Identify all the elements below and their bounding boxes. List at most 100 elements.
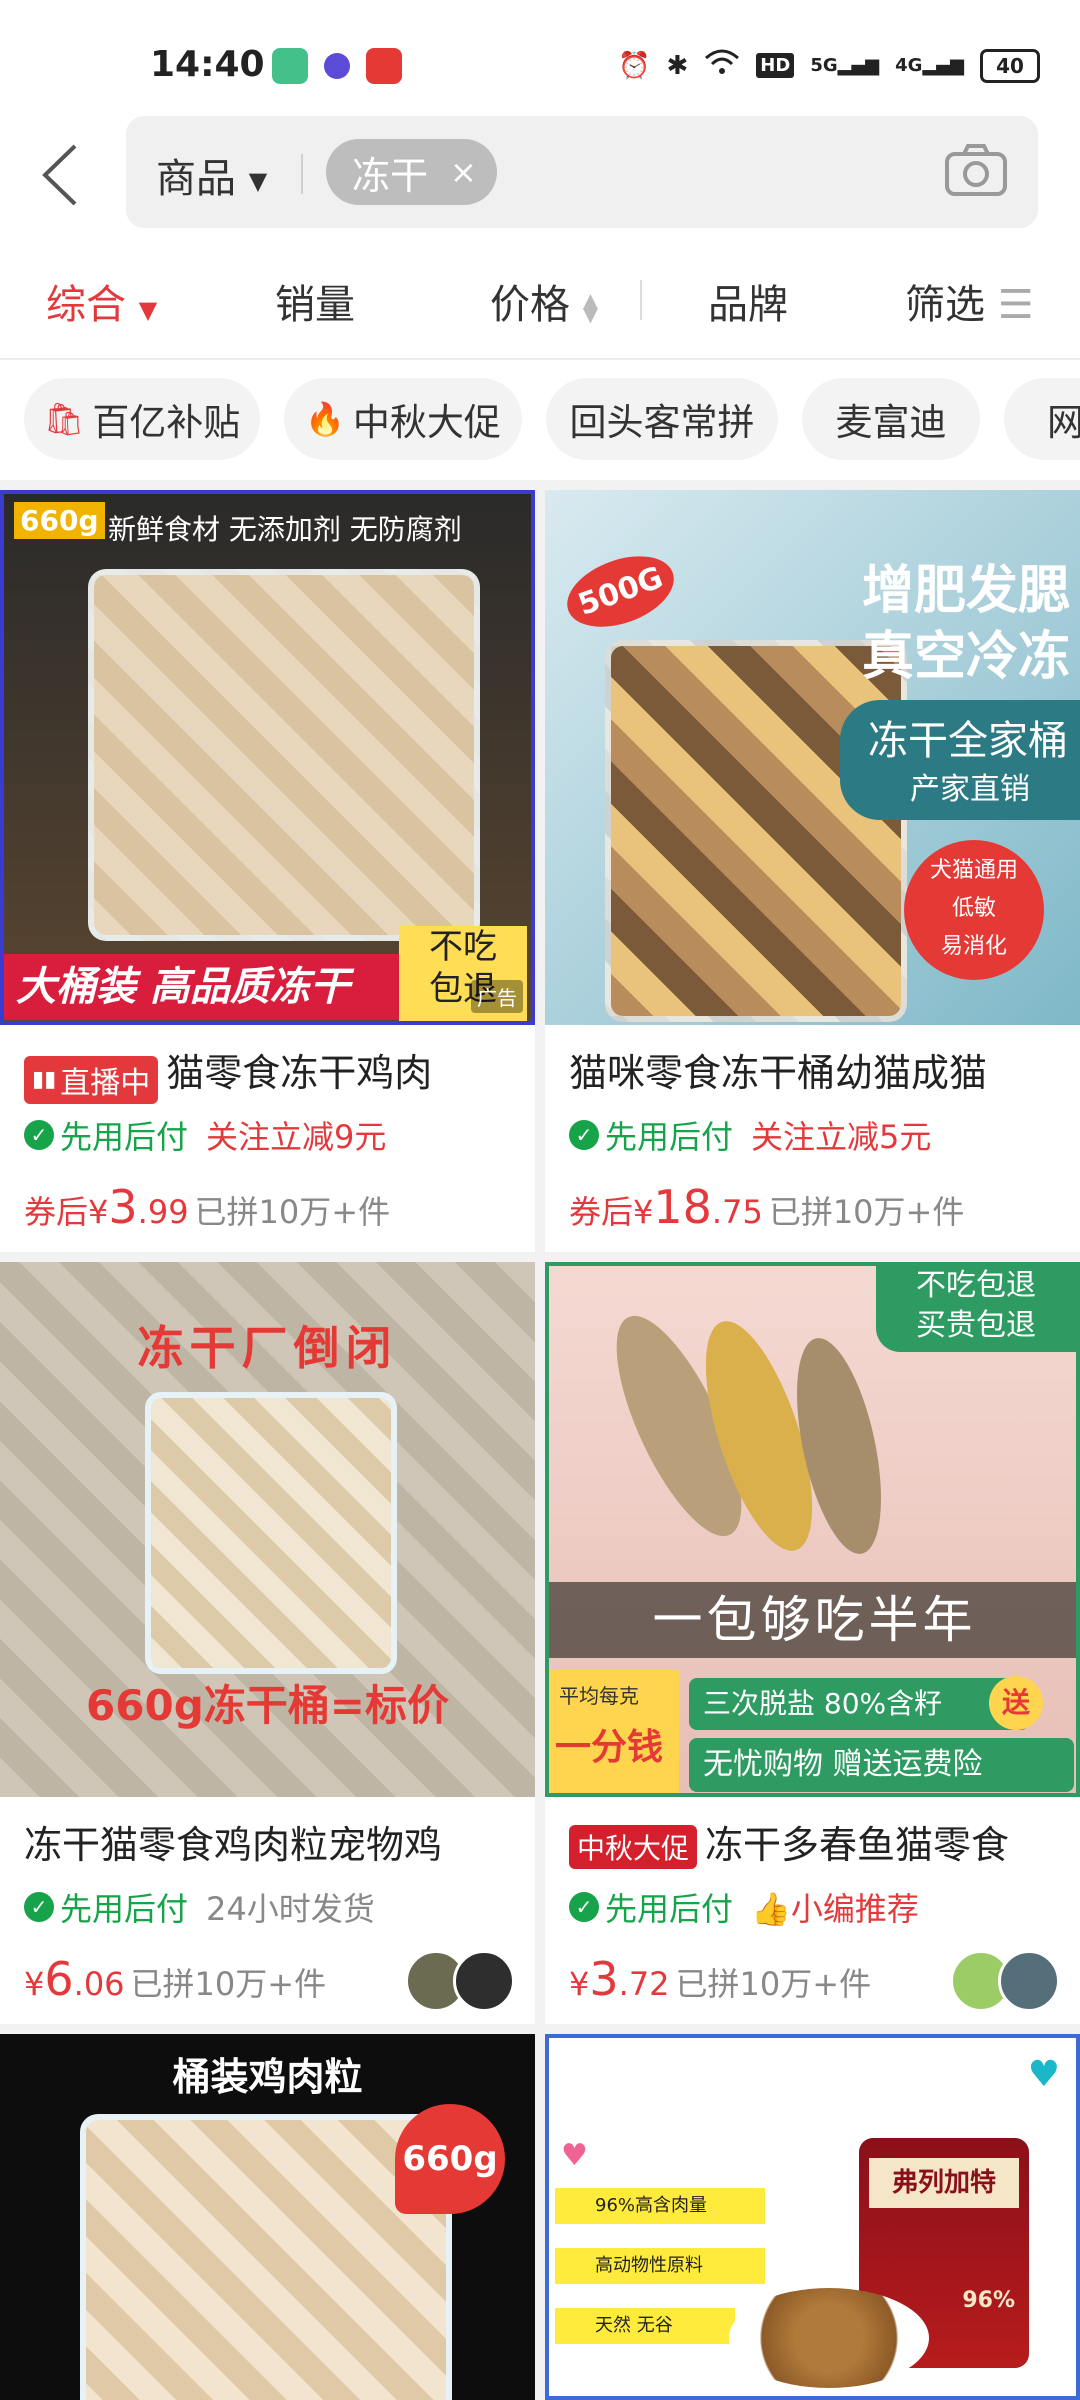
image-bottom-text: 大桶装 高品质冻干 bbox=[4, 954, 404, 1020]
search-query-chip[interactable]: 冻干 × bbox=[326, 139, 497, 205]
search-scope-dropdown[interactable]: 商品 ▼ bbox=[156, 146, 267, 204]
pay-later-tag: ✓ 先用后付 bbox=[24, 1884, 188, 1930]
product-tags: ✓ 先用后付 24小时发货 bbox=[24, 1884, 375, 1930]
price-decimal: .75 bbox=[711, 1193, 763, 1231]
image-banner-text: 新鲜食材 无添加剂 无防腐剂 bbox=[108, 513, 462, 546]
image-circle-text: 犬猫通用 低敏 易消化 bbox=[904, 840, 1044, 980]
price-line: ¥6.06 已拼10万+件 bbox=[24, 1952, 326, 2006]
signal-5g-icon: 5G▂▄▆ bbox=[810, 55, 880, 76]
image-bullet-2: 无忧购物 赠送运费险 bbox=[689, 1738, 1074, 1792]
product-card[interactable]: 不吃包退 买贵包退 一包够吃半年 平均每克 一分钱 三次脱盐 80%含籽 送 无… bbox=[545, 1262, 1080, 2024]
back-button[interactable] bbox=[35, 140, 95, 210]
quick-filter-row: 🛍 百亿补贴 🔥 中秋大促 回头客常拼 麦富迪 网易 bbox=[0, 360, 1080, 480]
product-image[interactable]: ♥ ♥ 96%高含肉量 高动物性原料 天然 无谷 弗列加特 96% bbox=[545, 2034, 1080, 2400]
chip-netease[interactable]: 网易 bbox=[1004, 378, 1080, 460]
product-image[interactable]: 500G 增肥发腮 真空冷冻 冻干全家桶 产家直销 犬猫通用 低敏 易消化 bbox=[545, 490, 1080, 1025]
camera-icon bbox=[945, 144, 1007, 196]
product-card[interactable]: 桶装鸡肉粒 660g bbox=[0, 2034, 535, 2400]
heart-icon: ♥ bbox=[1027, 2054, 1060, 2095]
avatar bbox=[453, 1950, 515, 2012]
chip-subsidy[interactable]: 🛍 百亿补贴 bbox=[24, 378, 260, 460]
product-tags: ✓ 先用后付 👍小编推荐 bbox=[569, 1884, 919, 1930]
sort-bar: 综合 ▼ 销量 价格 ▲ ▼ 品牌 筛选 ☰ bbox=[0, 240, 1080, 360]
avatar bbox=[998, 1950, 1060, 2012]
search-scope-label: 商品 bbox=[156, 156, 236, 202]
image-left-big: 一分钱 bbox=[555, 1727, 664, 1768]
product-card[interactable]: 冻干厂倒闭 660g冻干桶=标价 冻干猫零食鸡肉粒宠物鸡 ✓ 先用后付 24小时发… bbox=[0, 1262, 535, 2024]
thumbs-up-icon: 👍 bbox=[751, 1890, 791, 1928]
signal-4g-icon: 4G▂▄▆ bbox=[895, 55, 964, 76]
price-decimal: .06 bbox=[73, 1965, 125, 2003]
price: 券后¥18.75 bbox=[569, 1180, 763, 1234]
chip-brand-mcfudi[interactable]: 麦富迪 bbox=[802, 378, 980, 460]
image-highlight-1: 冻干全家桶 bbox=[868, 718, 1068, 764]
search-box[interactable]: 商品 ▼ 冻干 × bbox=[126, 116, 1038, 228]
product-title: ▮▮ 直播中 猫零食冻干鸡肉 bbox=[24, 1042, 432, 1104]
sort-price[interactable]: 价格 ▲ ▼ bbox=[490, 272, 598, 330]
pay-later-label: 先用后付 bbox=[60, 1118, 189, 1156]
image-headline-1: 增肥发腮 bbox=[861, 561, 1070, 621]
product-image[interactable]: 660g 新鲜食材 无添加剂 无防腐剂 大桶装 高品质冻干 不吃 包退 广告 bbox=[0, 490, 535, 1025]
promo-text: 关注立减9元 bbox=[206, 1118, 387, 1156]
image-left-top: 平均每克 bbox=[559, 1684, 639, 1708]
image-bullet-1: 三次脱盐 80%含籽 bbox=[689, 1678, 1029, 1730]
clear-query-icon[interactable]: × bbox=[450, 153, 477, 191]
image-weight-label: 500G bbox=[557, 542, 684, 641]
price-integer: 18 bbox=[653, 1180, 712, 1234]
alarm-icon: ⏰ bbox=[618, 50, 651, 81]
price-line: ¥3.72 已拼10万+件 bbox=[569, 1952, 871, 2006]
flame-icon: 🔥 bbox=[305, 400, 345, 438]
pay-later-label: 先用后付 bbox=[60, 1890, 189, 1928]
image-highlight-2: 产家直销 bbox=[910, 772, 1030, 807]
product-card[interactable]: ♥ ♥ 96%高含肉量 高动物性原料 天然 无谷 弗列加特 96% bbox=[545, 2034, 1080, 2400]
product-title: 中秋大促 冻干多春鱼猫零食 bbox=[569, 1814, 1009, 1869]
sort-comprehensive[interactable]: 综合 ▼ bbox=[46, 272, 157, 330]
bag-icon: 🛍 bbox=[43, 400, 85, 438]
sort-sales[interactable]: 销量 bbox=[275, 272, 355, 330]
price: ¥3.72 bbox=[569, 1952, 670, 2006]
filter-button[interactable]: 筛选 ☰ bbox=[905, 272, 1034, 330]
chip-midautumn[interactable]: 🔥 中秋大促 bbox=[284, 378, 522, 460]
price-integer: 3 bbox=[589, 1952, 619, 2006]
caret-down-icon: ▼ bbox=[138, 296, 158, 324]
product-card[interactable]: 500G 增肥发腮 真空冷冻 冻干全家桶 产家直销 犬猫通用 低敏 易消化 猫咪… bbox=[545, 490, 1080, 1252]
chip-repeat-buyers[interactable]: 回头客常拼 bbox=[546, 378, 778, 460]
product-title-text: 猫零食冻干鸡肉 bbox=[166, 1051, 433, 1095]
live-bars-icon: ▮▮ bbox=[32, 1067, 57, 1092]
product-image[interactable]: 冻干厂倒闭 660g冻干桶=标价 bbox=[0, 1262, 535, 1797]
product-card[interactable]: 660g 新鲜食材 无添加剂 无防腐剂 大桶装 高品质冻干 不吃 包退 广告 ▮… bbox=[0, 490, 535, 1252]
live-badge-label: 直播中 bbox=[60, 1065, 151, 1101]
pay-later-label: 先用后付 bbox=[605, 1118, 734, 1156]
sold-count: 已拼10万+件 bbox=[675, 1965, 872, 2003]
sort-brand[interactable]: 品牌 bbox=[708, 272, 788, 330]
buyer-avatars bbox=[405, 1950, 515, 2012]
can-sub-label: 96% bbox=[962, 2288, 1015, 2313]
price: ¥6.06 bbox=[24, 1952, 125, 2006]
price: 券后¥3.99 bbox=[24, 1180, 189, 1234]
price-prefix: 券后¥ bbox=[24, 1193, 109, 1231]
image-headline-2: 真空冷冻 bbox=[861, 627, 1070, 687]
camera-search-button[interactable] bbox=[944, 142, 1008, 198]
status-bar: 14:40 ⏰ ✱ HD 5G▂▄▆ 4G▂▄▆ 40 bbox=[0, 0, 1080, 110]
price-integer: 3 bbox=[108, 1180, 138, 1234]
battery-icon: 40 bbox=[980, 48, 1040, 83]
search-query-text: 冻干 bbox=[352, 153, 429, 198]
product-image[interactable]: 桶装鸡肉粒 660g bbox=[0, 2034, 535, 2400]
status-app-icons bbox=[272, 48, 402, 84]
app-notification-icon bbox=[272, 48, 308, 84]
fish-illustration bbox=[569, 1306, 929, 1566]
product-tub-illustration bbox=[605, 640, 907, 1022]
price-line: 券后¥3.99 已拼10万+件 bbox=[24, 1180, 390, 1234]
price-decimal: .72 bbox=[618, 1965, 670, 2003]
bluetooth-icon: ✱ bbox=[666, 50, 689, 81]
ad-label: 广告 bbox=[471, 980, 523, 1013]
image-send-badge: 送 bbox=[989, 1676, 1043, 1730]
product-image[interactable]: 不吃包退 买贵包退 一包够吃半年 平均每克 一分钱 三次脱盐 80%含籽 送 无… bbox=[545, 1262, 1080, 1797]
chip-label: 百亿补贴 bbox=[92, 401, 241, 444]
sort-arrows-icon: ▲ ▼ bbox=[582, 288, 599, 326]
kibble-illustration bbox=[729, 2288, 929, 2388]
divider bbox=[301, 154, 303, 194]
price-line: 券后¥18.75 已拼10万+件 bbox=[569, 1180, 964, 1234]
pay-later-tag: ✓ 先用后付 bbox=[569, 1112, 733, 1158]
pay-later-tag: ✓ 先用后付 bbox=[569, 1884, 733, 1930]
